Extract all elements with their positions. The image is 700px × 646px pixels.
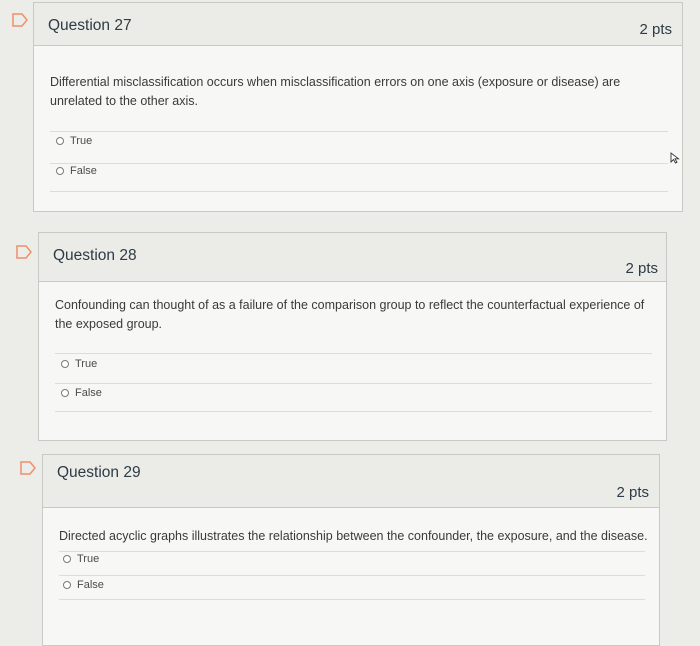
question-title: Question 29 bbox=[57, 464, 141, 481]
answer-divider bbox=[55, 411, 652, 412]
answer-divider bbox=[59, 575, 645, 576]
answer-label: False bbox=[70, 165, 97, 177]
flag-question-icon[interactable] bbox=[20, 461, 36, 475]
answer-divider bbox=[59, 599, 645, 600]
answer-option-false[interactable]: False bbox=[61, 387, 102, 399]
radio-button[interactable] bbox=[63, 555, 71, 563]
answer-divider bbox=[55, 353, 652, 354]
question-title: Question 27 bbox=[48, 17, 132, 34]
question-card-28: Question 28 2 pts Confounding can though… bbox=[38, 232, 667, 441]
answer-label: True bbox=[75, 358, 98, 370]
answer-option-false[interactable]: False bbox=[56, 165, 97, 177]
question-text: Directed acyclic graphs illustrates the … bbox=[59, 529, 648, 543]
answer-label: True bbox=[77, 553, 100, 565]
radio-button[interactable] bbox=[61, 389, 69, 397]
answer-label: False bbox=[77, 579, 104, 591]
question-points: 2 pts bbox=[639, 21, 672, 38]
answer-option-true[interactable]: True bbox=[61, 358, 97, 370]
question-title: Question 28 bbox=[53, 247, 137, 264]
answer-divider bbox=[50, 191, 668, 192]
answer-label: True bbox=[70, 135, 93, 147]
answer-option-true[interactable]: True bbox=[63, 553, 99, 565]
radio-button[interactable] bbox=[61, 360, 69, 368]
question-text: Confounding can thought of as a failure … bbox=[55, 298, 645, 331]
mouse-pointer-icon bbox=[670, 151, 680, 169]
question-card-29: Question 29 2 pts Directed acyclic graph… bbox=[42, 454, 660, 646]
flag-question-icon[interactable] bbox=[16, 245, 32, 259]
question-points: 2 pts bbox=[625, 260, 658, 277]
answer-divider bbox=[59, 551, 645, 552]
answer-divider bbox=[50, 163, 668, 164]
radio-button[interactable] bbox=[56, 167, 64, 175]
answer-label: False bbox=[75, 387, 102, 399]
answer-option-false[interactable]: False bbox=[63, 579, 104, 591]
question-points: 2 pts bbox=[616, 484, 649, 501]
question-text: Differential misclassification occurs wh… bbox=[50, 75, 621, 108]
flag-question-icon[interactable] bbox=[12, 13, 28, 27]
radio-button[interactable] bbox=[63, 581, 71, 589]
radio-button[interactable] bbox=[56, 137, 64, 145]
question-card-27: Question 27 2 pts Differential misclassi… bbox=[33, 2, 683, 212]
answer-divider bbox=[55, 383, 652, 384]
answer-option-true[interactable]: True bbox=[56, 135, 92, 147]
answer-divider bbox=[50, 131, 668, 132]
